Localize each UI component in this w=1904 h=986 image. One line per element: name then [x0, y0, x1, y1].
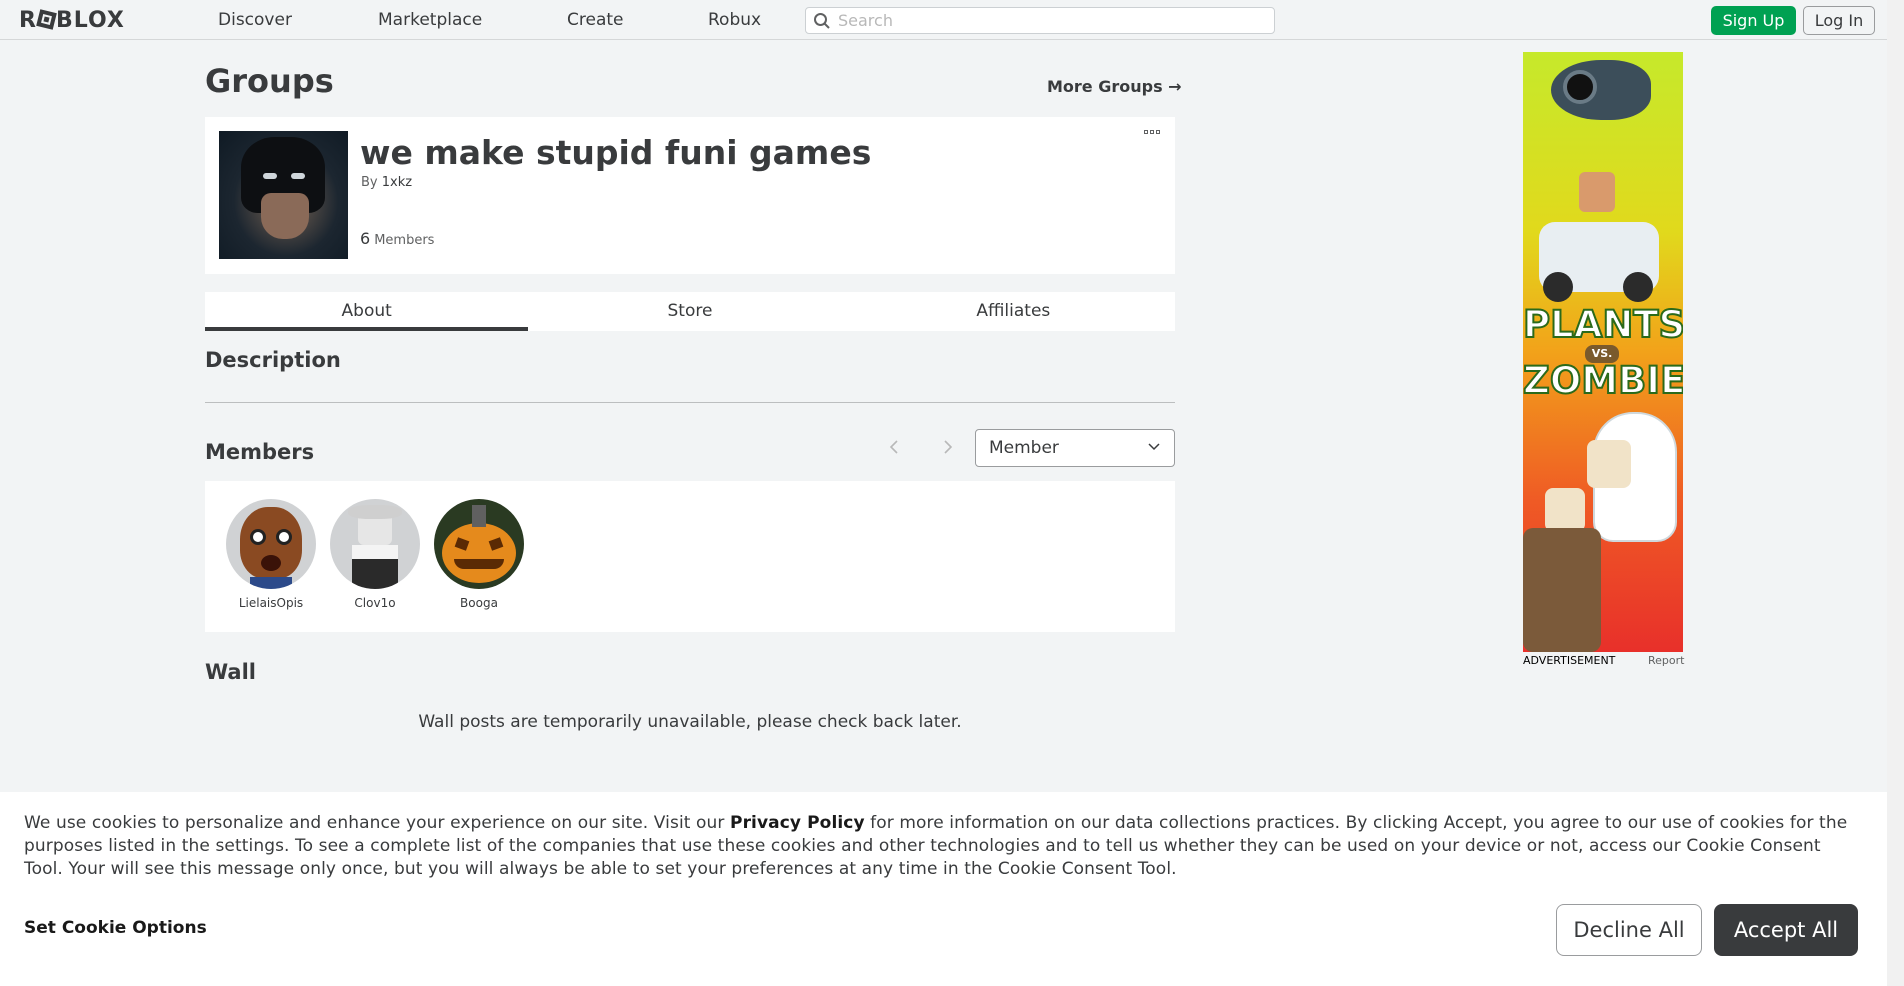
role-select-dropdown[interactable]: Member	[975, 429, 1175, 467]
search-icon	[814, 13, 830, 29]
wall-heading: Wall	[205, 660, 256, 684]
ad-title-plants: PLANTS	[1523, 303, 1683, 346]
cookie-consent-banner: We use cookies to personalize and enhanc…	[0, 792, 1887, 986]
role-select-value: Member	[989, 438, 1059, 458]
group-emblem-image	[219, 131, 348, 259]
accept-all-button[interactable]: Accept All	[1714, 904, 1858, 956]
group-name: we make stupid funi games	[360, 133, 872, 172]
set-cookie-options-link[interactable]: Set Cookie Options	[24, 918, 207, 938]
section-divider	[205, 402, 1175, 403]
tab-affiliates[interactable]: Affiliates	[852, 292, 1175, 331]
log-in-button[interactable]: Log In	[1803, 6, 1875, 35]
group-owner-line: By 1xkz	[361, 175, 412, 190]
member-card[interactable]: LielaisOpis	[226, 499, 316, 610]
ad-report-link[interactable]: Report	[1648, 654, 1684, 667]
cookie-consent-text: We use cookies to personalize and enhanc…	[24, 812, 1864, 881]
members-heading: Members	[205, 440, 315, 464]
member-card[interactable]: Clov1o	[330, 499, 420, 610]
chevron-right-icon[interactable]	[943, 436, 953, 460]
nav-discover[interactable]: Discover	[218, 10, 292, 30]
chevron-left-icon[interactable]	[889, 436, 899, 460]
tab-about[interactable]: About	[205, 292, 529, 331]
page-title: Groups	[205, 62, 334, 100]
nav-create[interactable]: Create	[567, 10, 624, 30]
top-navigation-bar: R BLOX Discover Marketplace Create Robux …	[0, 0, 1887, 40]
white-outfit-avatar[interactable]	[330, 499, 420, 589]
group-member-count: 6 Members	[360, 229, 434, 248]
description-heading: Description	[205, 348, 341, 372]
more-options-icon[interactable]	[1144, 130, 1162, 140]
roblox-logo[interactable]: R BLOX	[19, 8, 125, 33]
search-box[interactable]	[805, 7, 1275, 34]
group-tabs: About Store Affiliates	[205, 292, 1175, 331]
group-owner-link[interactable]: 1xkz	[382, 175, 412, 190]
search-input[interactable]	[838, 10, 1258, 31]
chevron-down-icon	[1148, 443, 1160, 451]
members-list: LielaisOpis Clov1o Booga	[205, 481, 1175, 632]
scared-face-avatar[interactable]	[226, 499, 316, 589]
group-header-card: we make stupid funi games By 1xkz 6 Membe…	[205, 117, 1175, 274]
member-card[interactable]: Booga	[434, 499, 524, 610]
tab-store[interactable]: Store	[528, 292, 851, 331]
page-scrollbar[interactable]	[1887, 0, 1904, 986]
advertisement-label: ADVERTISEMENT	[1523, 654, 1616, 667]
nav-marketplace[interactable]: Marketplace	[378, 10, 482, 30]
sign-up-button[interactable]: Sign Up	[1711, 6, 1796, 35]
member-count-label: Members	[374, 233, 435, 248]
pumpkin-avatar[interactable]	[434, 499, 524, 589]
wall-unavailable-message: Wall posts are temporarily unavailable, …	[418, 712, 962, 732]
member-name[interactable]: LielaisOpis	[226, 596, 316, 610]
nav-robux[interactable]: Robux	[708, 10, 761, 30]
cookie-text-part: We use cookies to personalize and enhanc…	[24, 813, 731, 833]
privacy-policy-link[interactable]: Privacy Policy	[730, 813, 865, 833]
member-count-value: 6	[360, 229, 371, 248]
member-name[interactable]: Booga	[434, 596, 524, 610]
more-groups-link[interactable]: More Groups →	[1047, 77, 1182, 96]
by-prefix: By	[361, 175, 378, 190]
ad-title-zombies: ZOMBIES	[1523, 359, 1683, 402]
decline-all-button[interactable]: Decline All	[1556, 904, 1702, 956]
advertisement-banner[interactable]: PLANTS VS. ZOMBIES	[1523, 52, 1683, 652]
member-name[interactable]: Clov1o	[330, 596, 420, 610]
